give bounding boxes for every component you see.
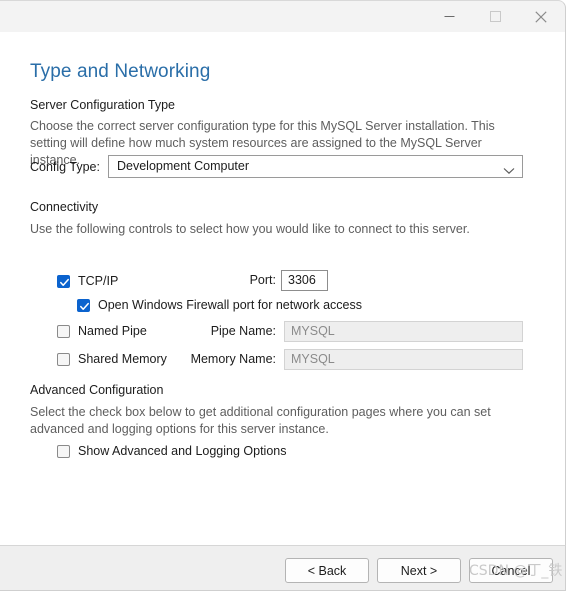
port-label: Port: bbox=[249, 273, 276, 287]
pipe-name-label: Pipe Name: bbox=[210, 324, 276, 338]
tcpip-checkbox[interactable] bbox=[57, 275, 70, 288]
advanced-configuration-heading: Advanced Configuration bbox=[30, 383, 164, 397]
firewall-checkbox[interactable] bbox=[77, 299, 90, 312]
wizard-content-panel: Type and Networking Server Configuration… bbox=[0, 32, 566, 545]
cancel-button[interactable]: Cancel bbox=[469, 558, 553, 583]
minimize-button[interactable] bbox=[426, 1, 472, 32]
mysql-installer-window: Type and Networking Server Configuration… bbox=[0, 0, 566, 591]
connectivity-heading: Connectivity bbox=[30, 200, 99, 214]
config-type-dropdown[interactable]: Development Computer bbox=[108, 155, 523, 178]
checkmark-icon bbox=[80, 302, 89, 310]
show-advanced-checkbox[interactable] bbox=[57, 445, 70, 458]
server-configuration-type-heading: Server Configuration Type bbox=[30, 98, 175, 112]
close-icon bbox=[535, 10, 547, 23]
back-button[interactable]: < Back bbox=[285, 558, 369, 583]
next-button[interactable]: Next > bbox=[377, 558, 461, 583]
close-button[interactable] bbox=[518, 1, 564, 32]
wizard-footer: < Back Next > Cancel bbox=[0, 545, 566, 591]
advanced-configuration-description: Select the check box below to get additi… bbox=[30, 405, 491, 436]
config-type-label: Config Type: bbox=[30, 160, 100, 174]
config-type-selected-value: Development Computer bbox=[117, 159, 250, 173]
chevron-down-icon bbox=[503, 162, 515, 180]
shared-memory-label: Shared Memory bbox=[78, 352, 167, 366]
memory-name-input[interactable]: MYSQL bbox=[284, 349, 523, 370]
pipe-name-input[interactable]: MYSQL bbox=[284, 321, 523, 342]
firewall-label: Open Windows Firewall port for network a… bbox=[98, 298, 362, 312]
memory-name-label: Memory Name: bbox=[190, 352, 276, 366]
checkmark-icon bbox=[60, 278, 69, 286]
page-title: Type and Networking bbox=[30, 61, 211, 82]
tcpip-label: TCP/IP bbox=[78, 274, 119, 288]
window-titlebar bbox=[0, 0, 566, 32]
named-pipe-checkbox[interactable] bbox=[57, 325, 70, 338]
connectivity-description: Use the following controls to select how… bbox=[30, 222, 470, 236]
named-pipe-label: Named Pipe bbox=[78, 324, 147, 338]
port-input[interactable]: 3306 bbox=[281, 270, 328, 291]
shared-memory-checkbox[interactable] bbox=[57, 353, 70, 366]
show-advanced-label: Show Advanced and Logging Options bbox=[78, 444, 287, 458]
minimize-icon bbox=[444, 11, 455, 22]
maximize-button[interactable] bbox=[472, 1, 518, 32]
maximize-icon bbox=[489, 11, 501, 22]
